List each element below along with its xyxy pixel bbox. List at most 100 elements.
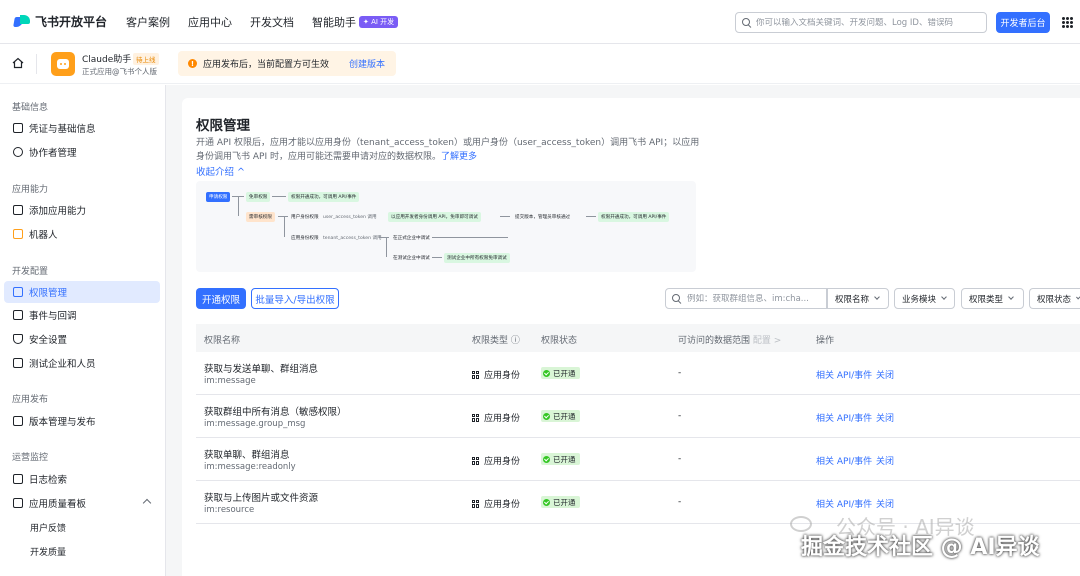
- permission-type-label: 应用身份: [484, 457, 521, 467]
- enable-permission-button[interactable]: 开通权限: [196, 288, 246, 309]
- row-divider: [196, 480, 1080, 481]
- doc-search-input[interactable]: [756, 17, 981, 28]
- flow-connector: [432, 237, 508, 238]
- page-description: 开通 API 权限后，应用才能以应用身份（tenant_access_token…: [196, 136, 706, 164]
- flow-test-result: 测试企业中所有权限免审调试: [444, 253, 510, 263]
- data-scope: -: [678, 368, 682, 378]
- check-circle-icon: [543, 455, 550, 463]
- sidebar-item-label: 凭证与基础信息: [29, 124, 96, 135]
- check-circle-icon: [543, 412, 550, 420]
- permission-type: 应用身份: [472, 411, 520, 424]
- log-icon: [13, 474, 23, 484]
- status-label: 已开通: [553, 454, 576, 464]
- robot-icon: [13, 229, 23, 239]
- flow-test-identity: 以应用开发者身份调用 API，免审即可调试: [388, 212, 481, 222]
- notice-text: 应用发布后，当前配置方可生效: [203, 60, 330, 70]
- collapse-intro-link[interactable]: 收起介绍 ^: [196, 164, 245, 178]
- flow-user-token: user_access_token 调用: [323, 215, 377, 220]
- permission-name: 获取群组中所有消息（敏感权限）: [204, 407, 347, 418]
- sidebar-group-dev-config: 开发配置: [12, 267, 49, 277]
- related-api-link[interactable]: 相关 API/事件: [816, 454, 872, 467]
- filter-permission-status[interactable]: 权限状态: [1029, 288, 1080, 309]
- filter-permission-name[interactable]: 权限名称: [827, 288, 889, 309]
- app-identity-icon: [472, 413, 480, 422]
- nav-link-docs[interactable]: 开发文档: [250, 14, 294, 30]
- sidebar-item-label: 版本管理与发布: [29, 417, 96, 428]
- sidebar-item-versions[interactable]: 版本管理与发布: [4, 410, 160, 432]
- related-api-link[interactable]: 相关 API/事件: [816, 368, 872, 381]
- permission-search-box[interactable]: [665, 288, 827, 309]
- nav-link-apps[interactable]: 应用中心: [188, 14, 232, 30]
- close-permission-link[interactable]: 关闭: [876, 454, 894, 467]
- learn-more-link[interactable]: 了解更多: [441, 152, 477, 162]
- sidebar-item-credentials[interactable]: 凭证与基础信息: [4, 117, 160, 139]
- sidebar-item-logs[interactable]: 日志检索: [4, 468, 160, 490]
- status-badge: 已开通: [541, 410, 580, 422]
- scope-config-link[interactable]: 配置 >: [753, 336, 781, 346]
- dev-console-button[interactable]: 开发者后台: [996, 12, 1050, 33]
- filter-label: 权限类型: [969, 294, 1004, 305]
- status-badge: 已开通: [541, 496, 580, 508]
- logo[interactable]: 飞书开放平台: [13, 13, 114, 30]
- flow-connector: [284, 216, 285, 237]
- status-label: 已开通: [553, 497, 576, 507]
- sidebar-item-bot[interactable]: 机器人: [4, 223, 160, 245]
- search-icon: [742, 17, 752, 28]
- flow-connector: [272, 196, 286, 197]
- related-api-link[interactable]: 相关 API/事件: [816, 497, 872, 510]
- permission-search-input[interactable]: [687, 293, 822, 304]
- sidebar-item-label: 应用质量看板: [29, 499, 87, 510]
- doc-search-box[interactable]: [735, 12, 987, 33]
- sidebar-item-test-tenant[interactable]: 测试企业和人员: [4, 352, 160, 374]
- filter-label: 业务模块: [902, 294, 937, 305]
- col-header-actions: 操作: [816, 336, 835, 346]
- ai-badge: ✦ AI 开发: [359, 15, 399, 28]
- flow-in-test: 在测试企业中调试: [393, 256, 430, 261]
- flow-connector: [379, 237, 389, 238]
- flow-submit: 提交版本，管理员审核通过: [515, 215, 571, 220]
- permission-type-label: 应用身份: [484, 414, 521, 424]
- create-version-link[interactable]: 创建版本: [349, 57, 385, 70]
- sidebar-item-label: 添加应用能力: [29, 206, 87, 217]
- nav-link-assistant[interactable]: 智能助手 ✦ AI 开发: [312, 14, 399, 30]
- sidebar-item-collaborators[interactable]: 协作者管理: [4, 141, 160, 163]
- sidebar-group-release: 应用发布: [12, 395, 49, 405]
- sidebar-item-label: 机器人: [29, 230, 58, 241]
- robot-icon: [57, 59, 69, 69]
- filter-label: 权限名称: [835, 294, 870, 305]
- sidebar-item-permissions[interactable]: 权限管理: [4, 281, 160, 303]
- permission-name: 获取单聊、群组消息: [204, 450, 290, 461]
- sidebar-item-quality[interactable]: 应用质量看板: [4, 492, 160, 514]
- sidebar-subitem-dev-quality[interactable]: 开发质量: [30, 545, 66, 558]
- filter-label: 权限状态: [1037, 294, 1072, 305]
- filter-business-module[interactable]: 业务模块: [894, 288, 955, 309]
- sidebar-item-add-capability[interactable]: 添加应用能力: [4, 199, 160, 221]
- filter-permission-type[interactable]: 权限类型: [961, 288, 1024, 309]
- status-badge: 已开通: [541, 367, 580, 379]
- close-permission-link[interactable]: 关闭: [876, 411, 894, 424]
- close-permission-link[interactable]: 关闭: [876, 497, 894, 510]
- permission-name: 获取与上传图片或文件资源: [204, 493, 319, 504]
- bar-chart-icon: [13, 498, 23, 508]
- apps-grid-icon[interactable]: [1062, 17, 1073, 28]
- permission-type-label: 应用身份: [484, 500, 521, 510]
- sidebar-item-security[interactable]: 安全设置: [4, 328, 160, 350]
- flow-connector: [586, 216, 596, 217]
- sidebar-item-label: 安全设置: [29, 335, 68, 346]
- nav-link-cases[interactable]: 客户案例: [126, 14, 170, 30]
- sidebar-subitem-feedback[interactable]: 用户反馈: [30, 521, 66, 534]
- flow-exempt: 免审权限: [246, 192, 271, 202]
- app-avatar[interactable]: [51, 52, 75, 76]
- batch-import-export-button[interactable]: 批量导入/导出权限: [251, 288, 339, 309]
- close-permission-link[interactable]: 关闭: [876, 368, 894, 381]
- related-api-link[interactable]: 相关 API/事件: [816, 411, 872, 424]
- feishu-logo-icon: [13, 14, 30, 29]
- warning-icon: !: [188, 59, 197, 68]
- row-divider: [196, 394, 1080, 395]
- app-identity-icon: [472, 499, 480, 508]
- chevron-down-icon: [1076, 294, 1080, 300]
- home-icon[interactable]: [12, 57, 24, 69]
- sidebar-item-label: 权限管理: [29, 288, 68, 299]
- sidebar-item-events[interactable]: 事件与回调: [4, 304, 160, 326]
- app-name: Claude助手: [82, 55, 132, 65]
